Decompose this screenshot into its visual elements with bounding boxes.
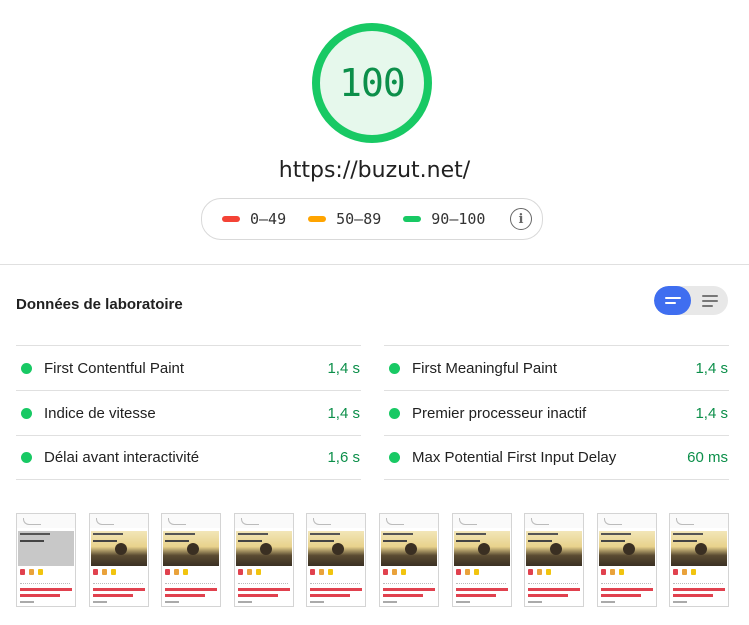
- filmstrip-frame: [161, 513, 221, 607]
- legend-item-average: 50–89: [308, 210, 381, 228]
- filmstrip-frame: [452, 513, 512, 607]
- metric-value: 1,4 s: [327, 359, 360, 377]
- filmstrip-frame: [234, 513, 294, 607]
- list-view-icon: [664, 296, 681, 306]
- tested-url: https://buzut.net/: [278, 158, 471, 183]
- metrics-column-left: First Contentful Paint 1,4 s Indice de v…: [16, 345, 361, 480]
- metric-label: Premier processeur inactif: [412, 404, 587, 422]
- metric-label: Max Potential First Input Delay: [412, 449, 617, 466]
- pass-indicator-icon: [389, 362, 400, 374]
- metric-label: First Contentful Paint: [44, 359, 185, 377]
- detail-view-button[interactable]: [691, 286, 728, 315]
- lab-data-title: Données de laboratoire: [16, 296, 183, 313]
- metric-label: First Meaningful Paint: [412, 359, 558, 377]
- legend-item-fail: 0–49: [222, 210, 286, 228]
- filmstrip-frame: [524, 513, 584, 607]
- score-legend: 0–49 50–89 90–100 i: [201, 198, 543, 240]
- metric-value: 60 ms: [687, 449, 728, 466]
- filmstrip-frame: [16, 513, 76, 607]
- pass-indicator-icon: [21, 362, 32, 374]
- pass-indicator-icon: [21, 407, 32, 419]
- metrics-column-right: First Meaningful Paint 1,4 s Premier pro…: [384, 345, 729, 480]
- metric-label: Indice de vitesse: [44, 404, 156, 422]
- info-icon[interactable]: i: [510, 208, 532, 230]
- filmstrip-frame: [379, 513, 439, 607]
- metric-value: 1,4 s: [695, 359, 728, 377]
- legend-swatch-average: [308, 216, 327, 222]
- metric-label: Délai avant interactivité: [44, 449, 200, 466]
- filmstrip-frame: [306, 513, 366, 607]
- metric-value: 1,6 s: [327, 449, 360, 466]
- metric-max-potential-fid: Max Potential First Input Delay 60 ms: [384, 435, 729, 480]
- pass-indicator-icon: [389, 407, 400, 419]
- metric-speed-index: Indice de vitesse 1,4 s: [16, 390, 361, 435]
- legend-label-fail: 0–49: [250, 210, 287, 228]
- metric-value: 1,4 s: [695, 404, 728, 422]
- filmstrip-frame: [669, 513, 729, 607]
- filmstrip: [16, 513, 729, 609]
- metric-first-contentful-paint: First Contentful Paint 1,4 s: [16, 345, 361, 390]
- legend-swatch-fail: [222, 216, 240, 222]
- pass-indicator-icon: [389, 452, 400, 463]
- pass-indicator-icon: [21, 452, 32, 463]
- metric-first-cpu-idle: Premier processeur inactif 1,4 s: [384, 390, 729, 435]
- legend-label-pass: 90–100: [431, 210, 486, 228]
- score-value: 100: [339, 61, 406, 105]
- metric-time-to-interactive: Délai avant interactivité 1,6 s: [16, 435, 361, 480]
- filmstrip-frame: [597, 513, 657, 607]
- detail-view-icon: [701, 293, 718, 308]
- metric-first-meaningful-paint: First Meaningful Paint 1,4 s: [384, 345, 729, 390]
- performance-score-gauge: 100: [312, 23, 432, 143]
- legend-item-pass: 90–100: [403, 210, 485, 228]
- legend-label-average: 50–89: [336, 210, 382, 228]
- list-view-button[interactable]: [654, 286, 691, 315]
- filmstrip-frame: [89, 513, 149, 607]
- view-toggle: [654, 286, 728, 315]
- section-divider: [0, 264, 749, 265]
- legend-swatch-pass: [403, 216, 422, 222]
- metric-value: 1,4 s: [327, 404, 360, 422]
